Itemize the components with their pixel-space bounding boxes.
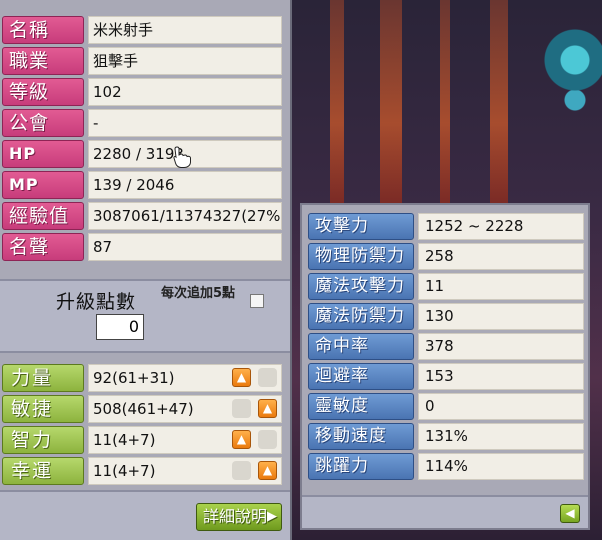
add5-label: 每次追加5點 — [160, 286, 236, 301]
detail-label: 物理防禦力 — [308, 243, 414, 270]
stat-value: 92(61+31) — [88, 364, 282, 392]
detail-value: 378 — [418, 333, 584, 360]
detail-button-label: 詳細說明 — [203, 507, 268, 526]
stat-value: 11(4+7) — [88, 426, 282, 454]
up-arrow-icon: ▲ — [236, 370, 247, 384]
detail-label: 魔法攻擊力 — [308, 273, 414, 300]
info-row-level: 等級 102 — [0, 78, 284, 107]
detail-row-jump: 跳躍力 114% — [302, 453, 588, 482]
right-arrow-icon: ▶ — [267, 509, 277, 524]
info-row-name: 名稱 米米射手 — [0, 16, 284, 45]
stat-label: 敏捷 — [2, 395, 84, 423]
background-pillar — [330, 0, 344, 205]
info-value: 87 — [88, 233, 282, 261]
back-button[interactable]: ◀ — [560, 504, 580, 523]
ability-point-value: 0 — [96, 314, 144, 340]
info-row-hp: HP 2280 / 3193 — [0, 140, 284, 169]
info-label: 等級 — [2, 78, 84, 106]
info-value: 米米射手 — [88, 16, 282, 44]
background-pillar — [490, 0, 508, 205]
stat-label: 幸運 — [2, 457, 84, 485]
detail-row-accuracy: 命中率 378 — [302, 333, 588, 362]
detail-value: 258 — [418, 243, 584, 270]
detail-row-attack: 攻擊力 1252 ~ 2228 — [302, 213, 588, 242]
detail-label: 攻擊力 — [308, 213, 414, 240]
detail-row-hands: 靈敏度 0 — [302, 393, 588, 422]
detail-row-speed: 移動速度 131% — [302, 423, 588, 452]
info-row-guild: 公會 - — [0, 109, 284, 138]
stat-value: 11(4+7) — [88, 457, 282, 485]
ability-point-section: 升級點數 0 每次追加5點 — [0, 279, 290, 353]
info-label: 名聲 — [2, 233, 84, 261]
info-label: MP — [2, 171, 84, 199]
info-label: 名稱 — [2, 16, 84, 44]
stat-row-luk: 幸運 11(4+7) ▲ — [0, 457, 284, 486]
info-label: HP — [2, 140, 84, 168]
info-value: 3087061/11374327(27%) — [88, 202, 282, 230]
detail-label: 靈敏度 — [308, 393, 414, 420]
detail-row-weapon-def: 物理防禦力 258 — [302, 243, 588, 272]
info-label: 公會 — [2, 109, 84, 137]
empty-slot — [232, 461, 251, 480]
detail-stat-window: 攻擊力 1252 ~ 2228 物理防禦力 258 魔法攻擊力 11 魔法防禦力… — [300, 203, 590, 530]
detail-label: 迴避率 — [308, 363, 414, 390]
info-row-fame: 名聲 87 — [0, 233, 284, 262]
dex-up-button[interactable]: ▲ — [258, 399, 277, 418]
detail-value: 11 — [418, 273, 584, 300]
background-pillar — [380, 0, 402, 205]
detail-value: 1252 ~ 2228 — [418, 213, 584, 240]
info-value: - — [88, 109, 282, 137]
detail-value: 0 — [418, 393, 584, 420]
int-up-button[interactable]: ▲ — [232, 430, 251, 449]
empty-slot — [232, 399, 251, 418]
detail-value: 131% — [418, 423, 584, 450]
stat-row-int: 智力 11(4+7) ▲ — [0, 426, 284, 455]
str-up-button[interactable]: ▲ — [232, 368, 251, 387]
info-row-exp: 經驗值 3087061/11374327(27%) — [0, 202, 284, 231]
background-pillar — [440, 0, 450, 205]
back-arrow-icon: ◀ — [565, 506, 575, 520]
info-value: 狙擊手 — [88, 47, 282, 75]
detail-label: 命中率 — [308, 333, 414, 360]
detail-label: 跳躍力 — [308, 453, 414, 480]
empty-slot — [258, 430, 277, 449]
detail-value: 130 — [418, 303, 584, 330]
detail-row-magic-atk: 魔法攻擊力 11 — [302, 273, 588, 302]
empty-slot — [258, 368, 277, 387]
stat-label: 智力 — [2, 426, 84, 454]
detail-value: 153 — [418, 363, 584, 390]
detail-row-avoid: 迴避率 153 — [302, 363, 588, 392]
character-stat-window: 名稱 米米射手 職業 狙擊手 等級 102 公會 - HP 2280 / 319… — [0, 0, 292, 540]
hand-cursor-icon — [173, 146, 191, 168]
up-arrow-icon: ▲ — [236, 432, 247, 446]
detail-button[interactable]: 詳細說明 ▶ — [196, 503, 282, 531]
detail-window-footer — [302, 495, 588, 528]
detail-label: 移動速度 — [308, 423, 414, 450]
up-arrow-icon: ▲ — [262, 401, 273, 415]
info-row-mp: MP 139 / 2046 — [0, 171, 284, 200]
info-value: 139 / 2046 — [88, 171, 282, 199]
stat-row-str: 力量 92(61+31) ▲ — [0, 364, 284, 393]
detail-row-magic-def: 魔法防禦力 130 — [302, 303, 588, 332]
up-arrow-icon: ▲ — [262, 463, 273, 477]
stat-label: 力量 — [2, 364, 84, 392]
stat-value: 508(461+47) — [88, 395, 282, 423]
info-label: 經驗值 — [2, 202, 84, 230]
info-label: 職業 — [2, 47, 84, 75]
detail-label: 魔法防禦力 — [308, 303, 414, 330]
stat-row-dex: 敏捷 508(461+47) ▲ — [0, 395, 284, 424]
info-row-job: 職業 狙擊手 — [0, 47, 284, 76]
luk-up-button[interactable]: ▲ — [258, 461, 277, 480]
info-value: 102 — [88, 78, 282, 106]
add5-checkbox[interactable] — [250, 294, 264, 308]
detail-value: 114% — [418, 453, 584, 480]
